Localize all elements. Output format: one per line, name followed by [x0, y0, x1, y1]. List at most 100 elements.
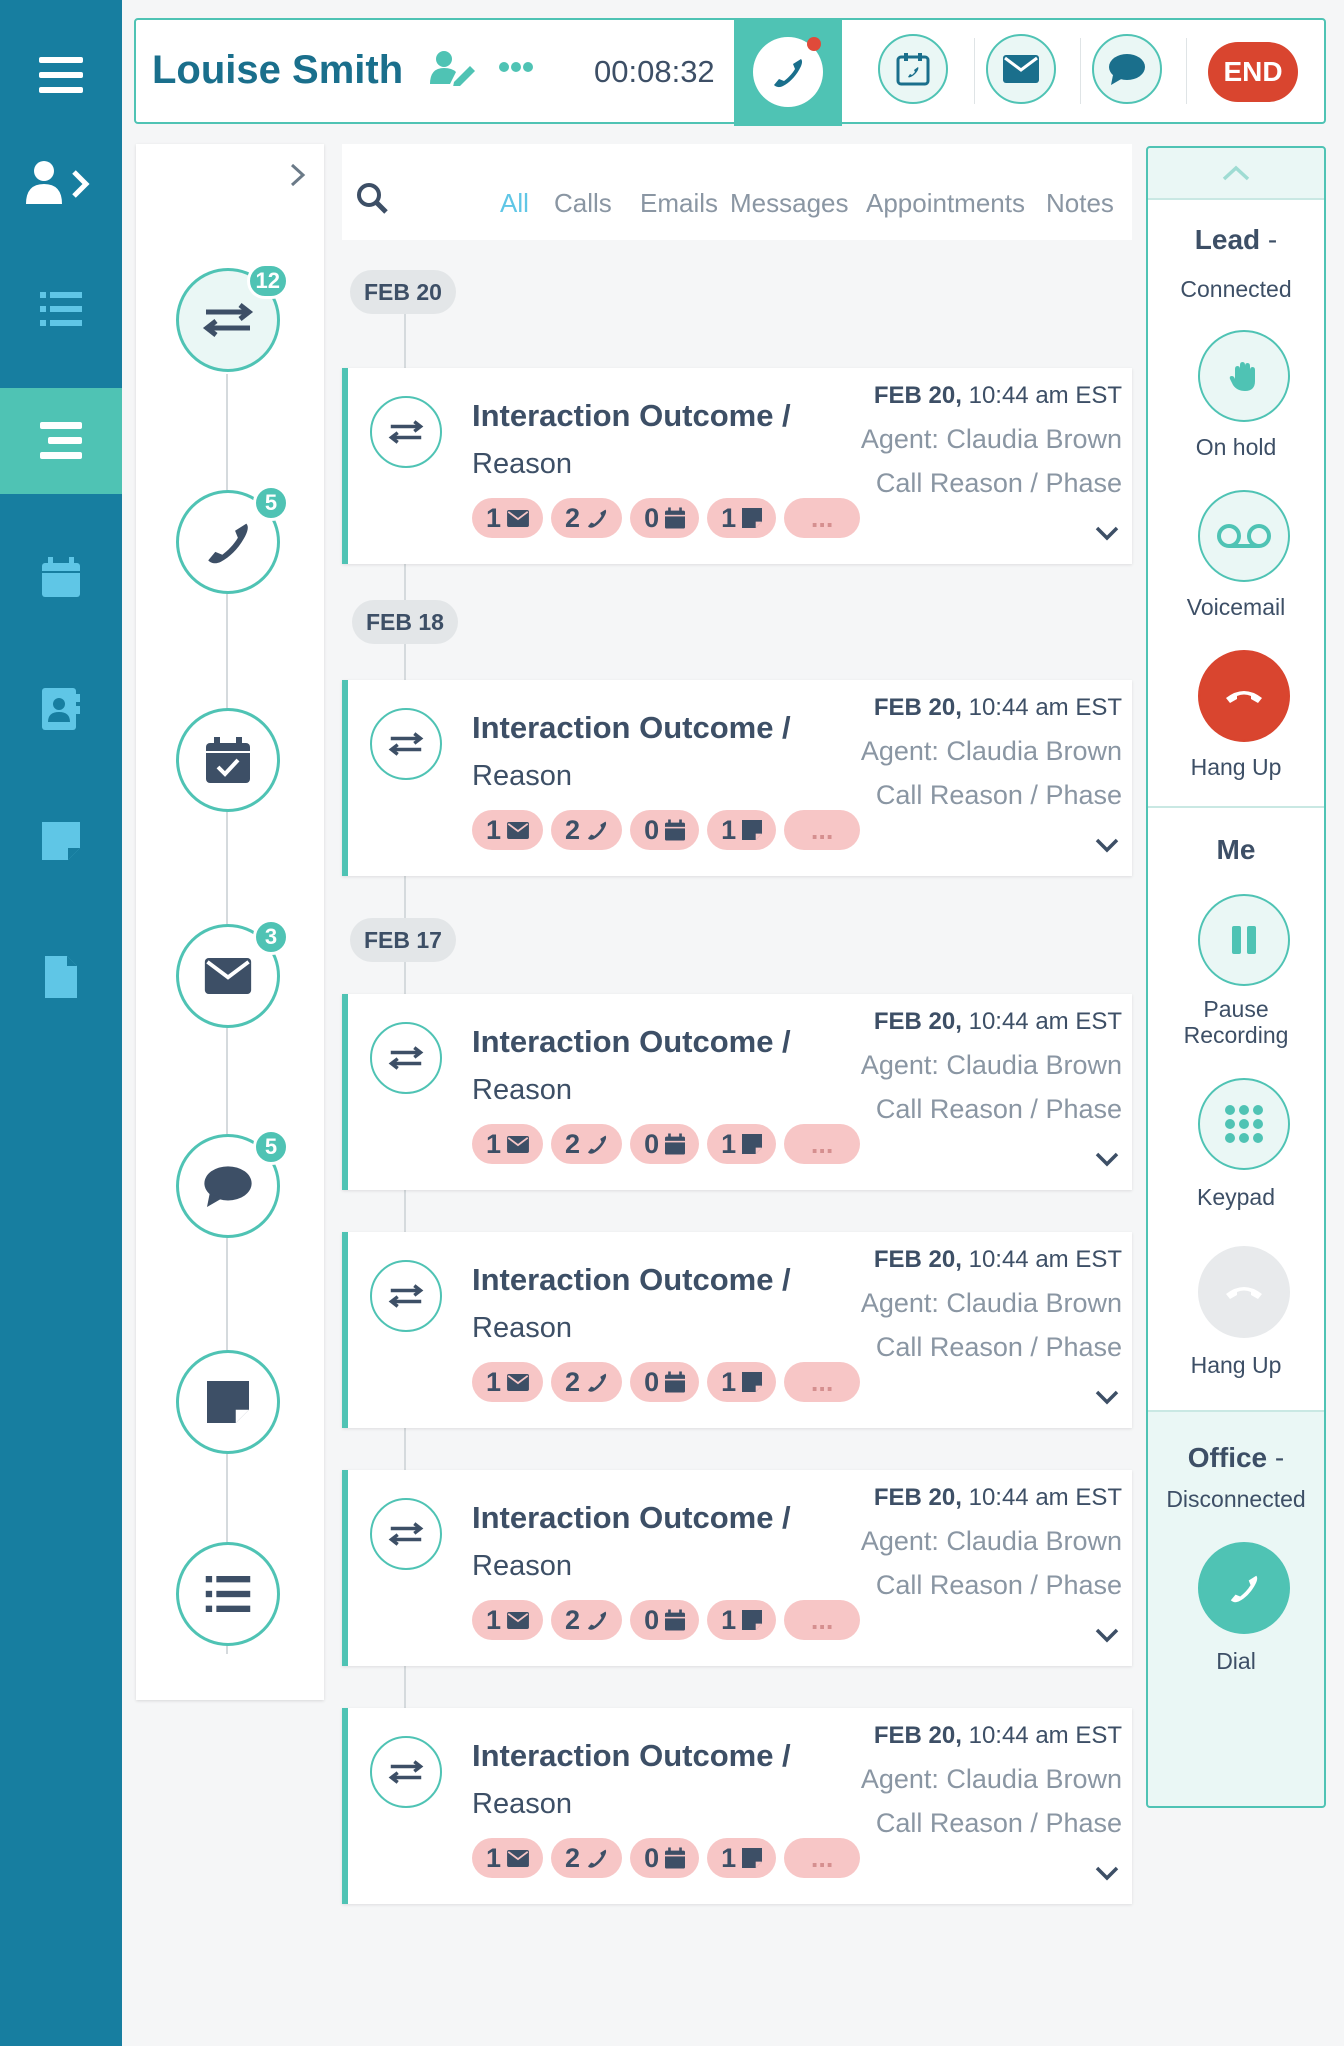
tab-messages[interactable]: Messages: [730, 188, 849, 219]
appointment-count-chip[interactable]: 0: [630, 1600, 700, 1640]
interaction-date: FEB 20, 10:44 am EST: [873, 1246, 1122, 1273]
email-count-chip[interactable]: 1: [472, 1838, 544, 1878]
keypad-button[interactable]: [1198, 1078, 1290, 1170]
note-count-chip[interactable]: 1: [707, 1124, 777, 1164]
more-chip[interactable]: ...: [784, 1600, 861, 1640]
timeline-notes[interactable]: [176, 1350, 280, 1454]
interaction-date: FEB 20, 10:44 am EST: [873, 694, 1122, 721]
timeline-messages[interactable]: 5: [176, 1129, 289, 1238]
interaction-card[interactable]: Interaction Outcome / Reason FEB 20, 10:…: [342, 1232, 1132, 1428]
interaction-agent: Agent: Claudia Brown: [860, 1526, 1122, 1556]
tab-all[interactable]: All: [500, 188, 529, 219]
note-count-chip[interactable]: 1: [707, 1838, 777, 1878]
lead-hangup-button[interactable]: [1198, 650, 1290, 742]
list-icon[interactable]: [0, 256, 122, 362]
more-options-icon[interactable]: [498, 60, 534, 78]
note-count-chip[interactable]: 1: [707, 1600, 777, 1640]
chevron-down-icon[interactable]: [1094, 1865, 1120, 1886]
tab-emails[interactable]: Emails: [640, 188, 718, 219]
email-count-chip[interactable]: 1: [472, 498, 544, 538]
call-count-chip[interactable]: 2: [551, 1600, 623, 1640]
messages-count-badge: 5: [253, 1129, 289, 1165]
calendar-icon: [665, 507, 686, 529]
interaction-icon: [370, 1260, 442, 1332]
tab-appointments[interactable]: Appointments: [866, 188, 1025, 219]
transfer-arrows-icon: [388, 420, 424, 444]
tab-notes[interactable]: Notes: [1046, 188, 1114, 219]
timeline-calls[interactable]: 5: [176, 485, 289, 594]
appointment-count-chip[interactable]: 0: [630, 810, 700, 850]
phone-icon: [208, 523, 248, 564]
note-count-chip[interactable]: 1: [707, 810, 777, 850]
note-count-chip[interactable]: 1: [707, 498, 777, 538]
me-hangup-label: Hang Up: [1190, 1352, 1282, 1378]
keypad-icon: [1225, 1105, 1263, 1143]
me-hangup-button[interactable]: [1198, 1246, 1290, 1338]
timeline-interactions[interactable]: 12: [176, 263, 289, 372]
voicemail-button[interactable]: [1198, 490, 1290, 582]
more-chip[interactable]: ...: [784, 1838, 861, 1878]
call-count-chip[interactable]: 2: [551, 1362, 623, 1402]
interaction-card[interactable]: Interaction Outcome / Reason FEB 20, 10:…: [342, 1470, 1132, 1666]
email-count-chip[interactable]: 1: [472, 1124, 544, 1164]
interaction-card[interactable]: Interaction Outcome / Reason FEB 20, 10:…: [342, 368, 1132, 564]
message-button[interactable]: [1092, 34, 1162, 104]
appointment-count-chip[interactable]: 0: [630, 1362, 700, 1402]
chevron-down-icon[interactable]: [1094, 1389, 1120, 1410]
more-chip[interactable]: ...: [784, 1124, 861, 1164]
dial-button[interactable]: [1198, 1542, 1290, 1634]
document-nav-icon[interactable]: [0, 924, 122, 1030]
email-count-chip[interactable]: 1: [472, 810, 544, 850]
envelope-icon: [507, 1135, 529, 1153]
call-control-panel: Lead - Connected On hold Voicemail Hang …: [1146, 146, 1326, 1808]
contacts-book-icon[interactable]: [0, 656, 122, 762]
note-icon: [742, 1848, 763, 1868]
contact-name[interactable]: Louise Smith: [152, 48, 403, 93]
note-nav-icon[interactable]: [0, 788, 122, 894]
more-chip[interactable]: ...: [784, 810, 861, 850]
chevron-down-icon[interactable]: [1094, 837, 1120, 858]
active-call-tab[interactable]: [734, 18, 842, 126]
email-count-chip[interactable]: 1: [472, 1600, 544, 1640]
email-count-chip[interactable]: 1: [472, 1362, 544, 1402]
end-call-button[interactable]: END: [1208, 42, 1298, 102]
lead-title: Lead -: [1194, 224, 1278, 255]
call-count-chip[interactable]: 2: [551, 498, 623, 538]
note-icon: [742, 1610, 763, 1630]
interaction-chips: 1 2 0 1 ...: [472, 810, 861, 850]
chevron-right-icon[interactable]: [288, 162, 308, 193]
chevron-up-icon[interactable]: [1148, 148, 1324, 200]
timeline-list[interactable]: [176, 1542, 280, 1646]
timeline-nav-icon[interactable]: [0, 388, 122, 494]
interaction-card[interactable]: Interaction Outcome / Reason FEB 20, 10:…: [342, 1708, 1132, 1904]
note-count-chip[interactable]: 1: [707, 1362, 777, 1402]
contact-expand-icon[interactable]: [0, 130, 122, 236]
timeline-appointments[interactable]: [176, 708, 280, 812]
chevron-down-icon[interactable]: [1094, 1151, 1120, 1172]
call-count-chip[interactable]: 2: [551, 1124, 623, 1164]
chevron-down-icon[interactable]: [1094, 1627, 1120, 1648]
appointment-count-chip[interactable]: 0: [630, 1838, 700, 1878]
interaction-reason: Reason: [472, 1312, 572, 1344]
interaction-card[interactable]: Interaction Outcome / Reason FEB 20, 10:…: [342, 994, 1132, 1190]
hold-button[interactable]: [1198, 330, 1290, 422]
appointment-count-chip[interactable]: 0: [630, 498, 700, 538]
call-count-chip[interactable]: 2: [551, 1838, 623, 1878]
schedule-call-button[interactable]: [878, 34, 948, 104]
appointment-count-chip[interactable]: 0: [630, 1124, 700, 1164]
interaction-title: Interaction Outcome /: [472, 398, 791, 433]
more-chip[interactable]: ...: [784, 1362, 861, 1402]
more-chip[interactable]: ...: [784, 498, 861, 538]
menu-icon[interactable]: [0, 22, 122, 128]
calendar-nav-icon[interactable]: [0, 524, 122, 630]
search-icon[interactable]: [356, 182, 388, 219]
tab-calls[interactable]: Calls: [554, 188, 612, 219]
interaction-card[interactable]: Interaction Outcome / Reason FEB 20, 10:…: [342, 680, 1132, 876]
email-button[interactable]: [986, 34, 1056, 104]
timeline-emails[interactable]: 3: [176, 919, 289, 1028]
chevron-down-icon[interactable]: [1094, 525, 1120, 546]
pause-recording-button[interactable]: [1198, 894, 1290, 986]
interaction-date: FEB 20, 10:44 am EST: [873, 382, 1122, 409]
call-count-chip[interactable]: 2: [551, 810, 623, 850]
edit-contact-icon[interactable]: [430, 50, 476, 91]
